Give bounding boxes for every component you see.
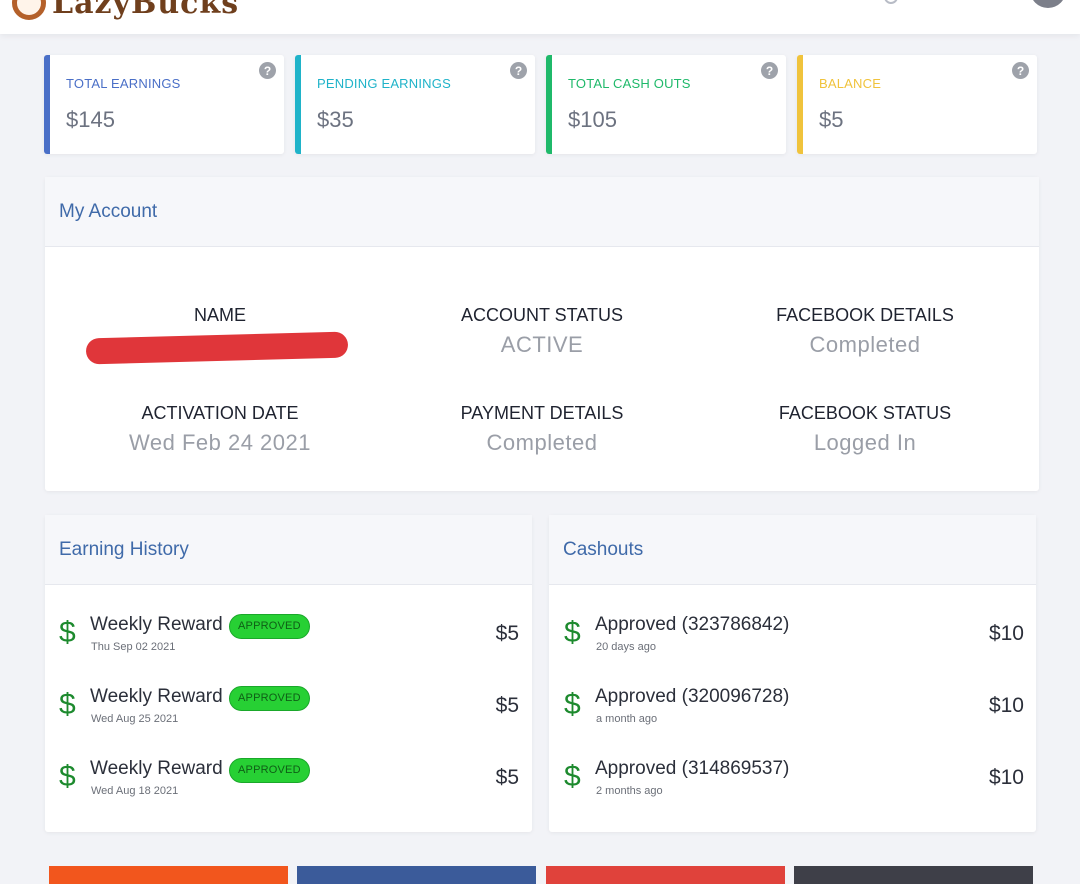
bottom-action-button-1[interactable] — [49, 866, 288, 884]
stat-card-balance: BALANCE $5 ? — [797, 55, 1037, 154]
field-label: ACTIVATION DATE — [141, 403, 299, 423]
panel-title: My Account — [59, 201, 158, 222]
dollar-icon: $ — [59, 760, 76, 793]
field-value: ACTIVE — [500, 332, 584, 357]
panel-title: Cashouts — [563, 539, 644, 560]
help-icon[interactable]: ? — [259, 62, 276, 79]
status-badge: APPROVED — [229, 614, 310, 639]
earning-date: Wed Aug 18 2021 — [91, 785, 179, 797]
cashout-row: $ Approved (314869537) 2 months ago $10 — [564, 758, 1024, 818]
cashout-amount: $10 — [988, 766, 1024, 789]
field-label: FACEBOOK DETAILS — [776, 305, 954, 325]
account-field-name: NAME — [60, 305, 380, 332]
panel-header: Earning History — [45, 515, 532, 585]
help-icon[interactable]: ? — [761, 62, 778, 79]
panel-header: My Account — [45, 177, 1039, 247]
dollar-icon: $ — [59, 616, 76, 649]
stat-accent-bar — [295, 55, 301, 154]
notification-icon[interactable] — [884, 0, 898, 4]
panel-header: Cashouts — [549, 515, 1036, 585]
cashout-amount: $10 — [988, 622, 1024, 645]
earning-row: $ Weekly Reward Wed Aug 25 2021 APPROVED… — [59, 686, 519, 746]
cashout-title: Approved (323786842) — [595, 614, 790, 635]
field-value: Logged In — [813, 430, 917, 455]
earning-title: Weekly Reward — [90, 758, 223, 779]
cashout-row: $ Approved (323786842) 20 days ago $10 — [564, 614, 1024, 674]
user-avatar[interactable] — [1030, 0, 1066, 8]
earning-amount: $5 — [495, 622, 519, 645]
account-field-activation-date: ACTIVATION DATE Wed Feb 24 2021 — [60, 403, 380, 456]
stat-accent-bar — [546, 55, 552, 154]
earning-title: Weekly Reward — [90, 686, 223, 707]
stat-card-total-earnings: TOTAL EARNINGS $145 ? — [44, 55, 284, 154]
dollar-icon: $ — [564, 760, 581, 793]
bottom-action-button-3[interactable] — [546, 866, 785, 884]
dollar-icon: $ — [564, 616, 581, 649]
field-value: Completed — [486, 430, 598, 455]
cashout-title: Approved (314869537) — [595, 758, 790, 779]
earning-amount: $5 — [495, 766, 519, 789]
bottom-action-button-2[interactable] — [297, 866, 536, 884]
earning-date: Thu Sep 02 2021 — [91, 641, 176, 653]
bottom-action-button-4[interactable] — [794, 866, 1033, 884]
cashout-title: Approved (320096728) — [595, 686, 790, 707]
account-field-facebook-status: FACEBOOK STATUS Logged In — [705, 403, 1025, 456]
cashout-time: 20 days ago — [596, 641, 656, 653]
earning-amount: $5 — [495, 694, 519, 717]
help-icon[interactable]: ? — [1012, 62, 1029, 79]
top-navbar: LazyBucks — [0, 0, 1080, 34]
cashout-time: 2 months ago — [596, 785, 663, 797]
dollar-icon: $ — [564, 688, 581, 721]
field-label: PAYMENT DETAILS — [460, 403, 624, 423]
cashout-amount: $10 — [988, 694, 1024, 717]
stat-label: TOTAL CASH OUTS — [568, 76, 691, 91]
stat-card-total-cash-outs: TOTAL CASH OUTS $105 ? — [546, 55, 786, 154]
stat-label: PENDING EARNINGS — [317, 76, 451, 91]
stat-accent-bar — [44, 55, 50, 154]
cashout-time: a month ago — [596, 713, 658, 725]
earning-row: $ Weekly Reward Thu Sep 02 2021 APPROVED… — [59, 614, 519, 674]
stat-card-pending-earnings: PENDING EARNINGS $35 ? — [295, 55, 535, 154]
earning-row: $ Weekly Reward Wed Aug 18 2021 APPROVED… — [59, 758, 519, 818]
help-icon[interactable]: ? — [510, 62, 527, 79]
stat-value: $145 — [66, 107, 115, 132]
stat-label: BALANCE — [819, 76, 882, 91]
panel-title: Earning History — [59, 539, 189, 560]
account-field-payment-details: PAYMENT DETAILS Completed — [382, 403, 702, 456]
stat-value: $105 — [568, 107, 617, 132]
status-badge: APPROVED — [229, 686, 310, 711]
stat-accent-bar — [797, 55, 803, 154]
status-badge: APPROVED — [229, 758, 310, 783]
stat-label: TOTAL EARNINGS — [66, 76, 181, 91]
brand[interactable]: LazyBucks — [12, 0, 240, 21]
stat-value: $5 — [819, 107, 844, 132]
field-label: ACCOUNT STATUS — [460, 305, 623, 325]
earning-date: Wed Aug 25 2021 — [91, 713, 179, 725]
field-value: Wed Feb 24 2021 — [129, 430, 311, 455]
cashout-row: $ Approved (320096728) a month ago $10 — [564, 686, 1024, 746]
field-value: Completed — [809, 332, 921, 357]
account-field-facebook-details: FACEBOOK DETAILS Completed — [705, 305, 1025, 358]
account-field-status: ACCOUNT STATUS ACTIVE — [382, 305, 702, 358]
field-label: FACEBOOK STATUS — [778, 403, 952, 423]
brand-logo-icon — [12, 0, 46, 20]
brand-name: LazyBucks — [52, 0, 240, 21]
dollar-icon: $ — [59, 688, 76, 721]
field-label: NAME — [193, 305, 246, 325]
earning-title: Weekly Reward — [90, 614, 223, 635]
stat-value: $35 — [317, 107, 354, 132]
